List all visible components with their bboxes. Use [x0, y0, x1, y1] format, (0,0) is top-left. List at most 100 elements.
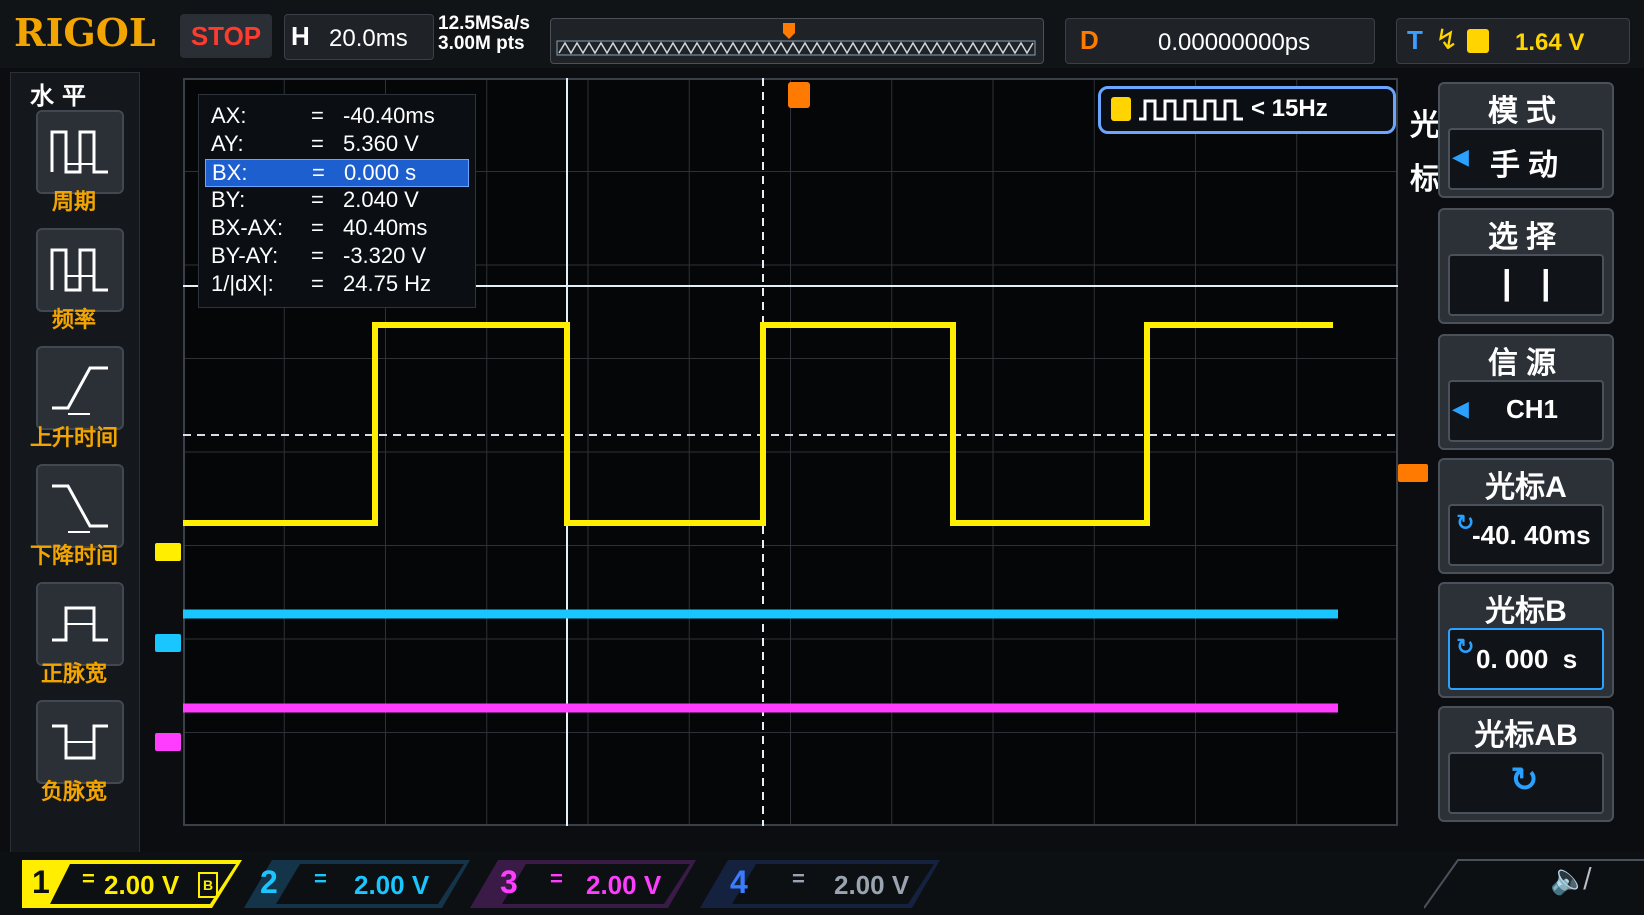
cursor-a-title: 光标A	[1485, 471, 1567, 504]
delay-label: D	[1080, 25, 1099, 55]
bottom-right-decoration	[1424, 859, 1644, 909]
pulse-train-icon	[1139, 99, 1243, 121]
dc-coupling-icon: =	[314, 866, 327, 891]
fall-time-icon	[52, 484, 108, 533]
ch1-scale: 2.00 V	[104, 870, 180, 900]
rise-time-icon	[52, 366, 108, 415]
trigger-level: 1.64 V	[1515, 29, 1585, 56]
ch2-scale: 2.00 V	[354, 870, 430, 900]
cursor-mode-value: 手动	[1490, 149, 1566, 182]
cursor-ab-value-box: ↻	[1448, 752, 1604, 814]
memory-depth: 3.00M pts	[438, 33, 525, 54]
ch4-number: 4	[730, 864, 748, 900]
ch1-status[interactable]: 1 = 2.00 V B	[22, 860, 242, 908]
readout-row: BY: = 2.040 V	[211, 187, 419, 212]
trigger-level-marker[interactable]	[1398, 464, 1428, 482]
run-stop-status[interactable]: STOP	[180, 14, 272, 58]
measure-period-button[interactable]	[36, 110, 124, 194]
arrow-left-icon: ◀	[1452, 144, 1469, 169]
delay-value: 0.00000000ps	[1158, 29, 1311, 56]
cursor-b-softkey[interactable]: 光标B ↻ 0. 000 s	[1438, 582, 1614, 698]
cursor-side-label-1: 光	[1410, 109, 1440, 142]
trigger-box[interactable]: T ↯ 1.64 V	[1396, 18, 1630, 64]
cursor-select-softkey[interactable]: 选择 | |	[1438, 208, 1614, 324]
trigger-edge-icon: ↯	[1435, 24, 1459, 55]
cursor-a-value-box: ↻ -40. 40ms	[1448, 504, 1604, 566]
bandwidth-limit-icon: B	[198, 872, 218, 898]
measure-positive-width-label: 正脉宽	[40, 661, 107, 686]
frequency-counter[interactable]: < 15Hz	[1098, 86, 1396, 134]
ch2-offset-marker[interactable]	[155, 634, 181, 652]
measure-negative-width-label: 负脉宽	[40, 779, 107, 804]
measure-positive-width-button[interactable]	[36, 582, 124, 666]
measure-negative-width-button[interactable]	[36, 700, 124, 784]
ch3-scale: 2.00 V	[586, 870, 662, 900]
measure-period-label: 周期	[51, 189, 96, 214]
timebase-value: 20.0ms	[329, 25, 408, 52]
cursor-mode-value-box: ◀ 手动	[1448, 128, 1604, 190]
readout-row: BY-AY: = -3.320 V	[211, 243, 427, 268]
trigger-label: T	[1407, 25, 1423, 55]
cursor-side-label-2: 标	[1410, 163, 1440, 196]
measure-menu-title: 水平	[30, 83, 94, 110]
trigger-time-marker[interactable]	[788, 82, 810, 108]
trigger-position-marker	[783, 23, 795, 39]
speaker-mute-icon[interactable]: 🔈̸	[1550, 862, 1587, 897]
ch3-status[interactable]: 3 = 2.00 V	[470, 860, 696, 908]
cursor-select-value-box: | |	[1448, 254, 1604, 316]
cursor-mode-title: 模式	[1488, 95, 1564, 128]
cursor-ab-title: 光标AB	[1474, 719, 1578, 752]
memory-timeline[interactable]	[550, 18, 1044, 64]
cursor-b-value: 0. 000 s	[1476, 644, 1578, 674]
readout-row: AY: = 5.360 V	[211, 131, 419, 156]
frequency-icon	[50, 248, 108, 292]
horizontal-label: H	[291, 21, 310, 51]
measure-frequency-label: 频率	[51, 307, 96, 332]
frequency-value: < 15Hz	[1251, 95, 1328, 122]
measure-fall-time-label: 下降时间	[29, 543, 118, 568]
ch2-number: 2	[260, 864, 278, 900]
cursor-a-value: -40. 40ms	[1472, 520, 1591, 550]
cursor-mode-softkey[interactable]: 模式 ◀ 手动	[1438, 82, 1614, 198]
ch4-status[interactable]: 4 = 2.00 V	[700, 860, 940, 908]
acquisition-info: 12.5MSa/s 3.00M pts	[438, 14, 548, 54]
dc-coupling-icon: =	[82, 866, 95, 891]
rotate-knob-icon: ↻	[1456, 634, 1475, 659]
negative-width-icon	[52, 724, 108, 760]
positive-width-icon	[52, 606, 108, 642]
ch3-number: 3	[500, 864, 518, 900]
ch1-offset-marker[interactable]	[155, 543, 181, 561]
arrow-left-icon: ◀	[1452, 396, 1469, 421]
ch2-status[interactable]: 2 = 2.00 V	[244, 860, 470, 908]
trigger-source-icon	[1467, 29, 1489, 53]
dc-coupling-icon: =	[550, 866, 563, 891]
ch1-number: 1	[32, 864, 50, 900]
readout-row: BX-AX: = 40.40ms	[211, 215, 428, 240]
measure-fall-time-button[interactable]	[36, 464, 124, 548]
brand-logo: RIGOL	[14, 10, 156, 55]
readout-row-selected: BX: = 0.000 s	[205, 159, 469, 187]
measure-frequency-button[interactable]	[36, 228, 124, 312]
horizontal-timebase[interactable]: H 20.0ms	[284, 14, 434, 60]
cursor-select-title: 选择	[1488, 221, 1564, 254]
measure-rise-time-button[interactable]	[36, 346, 124, 430]
ch1-trace	[183, 322, 1333, 526]
readout-row: AX: = -40.40ms	[211, 103, 435, 128]
cursor-source-value-box: ◀ CH1	[1448, 380, 1604, 442]
period-icon	[50, 130, 108, 174]
rotate-knob-icon: ↻	[1510, 761, 1539, 799]
dc-coupling-icon: =	[792, 866, 805, 891]
readout-row: 1/|dX|: = 24.75 Hz	[211, 271, 432, 296]
cursor-ab-softkey[interactable]: 光标AB ↻	[1438, 706, 1614, 822]
cursor-source-value: CH1	[1506, 394, 1559, 424]
cursor-a-softkey[interactable]: 光标A ↻ -40. 40ms	[1438, 458, 1614, 574]
delay-box[interactable]: D 0.00000000ps	[1065, 18, 1375, 64]
cursor-select-value: | |	[1502, 264, 1561, 302]
cursor-source-softkey[interactable]: 信源 ◀ CH1	[1438, 334, 1614, 450]
cursor-source-title: 信源	[1488, 347, 1564, 380]
ch3-offset-marker[interactable]	[155, 733, 181, 751]
ch4-scale: 2.00 V	[834, 870, 910, 900]
cursor-b-title: 光标B	[1485, 595, 1567, 628]
measure-rise-time-label: 上升时间	[29, 425, 118, 450]
cursor-readout-panel: AX: = -40.40ms AY: = 5.360 V BX: = 0.000 s BY:…	[198, 94, 476, 308]
